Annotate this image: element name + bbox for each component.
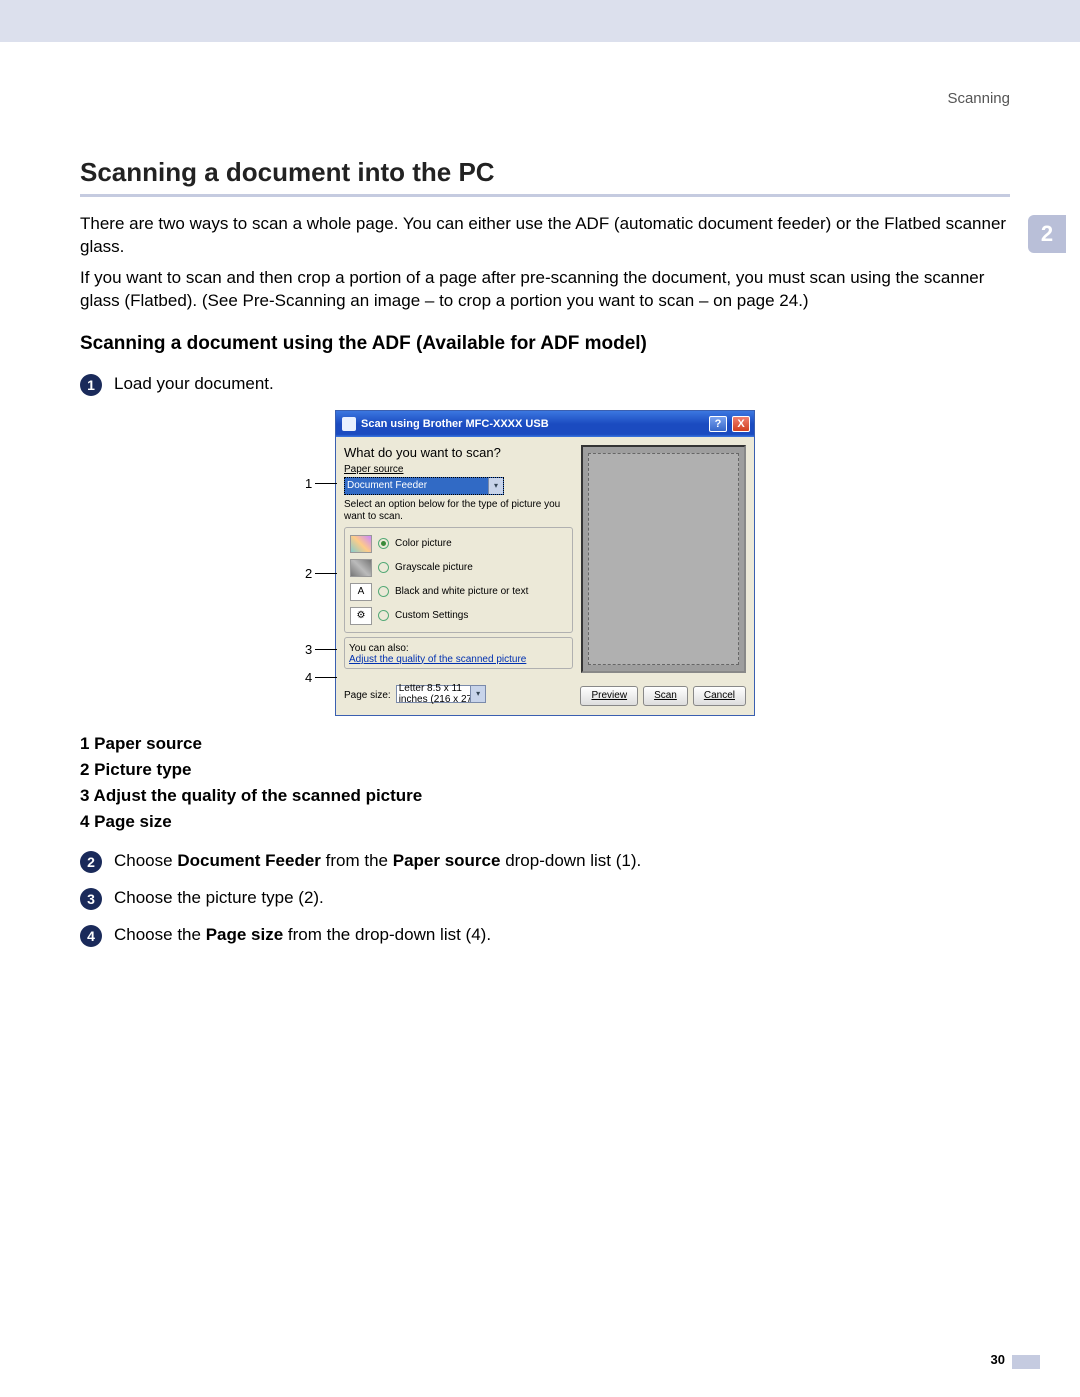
- page-size-label: Page size:: [344, 690, 391, 701]
- page-number: 30: [991, 1352, 1005, 1367]
- adjust-quality-link[interactable]: Adjust the quality of the scanned pictur…: [349, 654, 568, 665]
- preview-pane: [581, 445, 746, 673]
- option-color-label: Color picture: [395, 538, 452, 549]
- scan-type-hint: Select an option below for the type of p…: [344, 499, 573, 523]
- step-badge-2: 2: [80, 851, 102, 873]
- dialog-title: Scan using Brother MFC-XXXX USB: [361, 418, 704, 430]
- paper-source-dropdown[interactable]: Document Feeder ▾: [344, 477, 504, 495]
- you-can-also-label: You can also:: [349, 643, 568, 654]
- preview-placeholder: [588, 453, 739, 665]
- scan-dialog: Scan using Brother MFC-XXXX USB ? X What…: [335, 410, 755, 716]
- option-custom-label: Custom Settings: [395, 610, 468, 621]
- step-badge-3: 3: [80, 888, 102, 910]
- option-color[interactable]: Color picture: [349, 532, 568, 556]
- callout-3: 3: [305, 642, 337, 657]
- page-size-dropdown[interactable]: Letter 8.5 x 11 inches (216 x 279 ▾: [396, 685, 486, 703]
- step-4: 4 Choose the Page size from the drop-dow…: [80, 924, 1010, 947]
- custom-thumb-icon: ⚙: [350, 607, 372, 625]
- intro-paragraph-1: There are two ways to scan a whole page.…: [80, 213, 1010, 259]
- figure-legend: 1 Paper source 2 Picture type 3 Adjust t…: [80, 734, 1010, 832]
- step-badge-4: 4: [80, 925, 102, 947]
- picture-type-group: Color picture Grayscale picture A Black …: [344, 527, 573, 633]
- legend-4: 4 Page size: [80, 812, 1010, 832]
- step-1-text: Load your document.: [114, 373, 274, 396]
- page-title: Scanning a document into the PC: [80, 157, 1010, 188]
- legend-2: 2 Picture type: [80, 760, 1010, 780]
- page-number-accent: [1012, 1355, 1040, 1369]
- legend-3: 3 Adjust the quality of the scanned pict…: [80, 786, 1010, 806]
- chapter-tab: 2: [1028, 215, 1066, 253]
- step-1: 1 Load your document.: [80, 373, 1010, 396]
- option-bw[interactable]: A Black and white picture or text: [349, 580, 568, 604]
- preview-button[interactable]: Preview: [580, 686, 638, 706]
- option-bw-label: Black and white picture or text: [395, 586, 528, 597]
- bw-thumb-icon: A: [350, 583, 372, 601]
- step-3-text: Choose the picture type (2).: [114, 887, 324, 910]
- chevron-down-icon: ▾: [470, 686, 485, 702]
- dialog-titlebar: Scan using Brother MFC-XXXX USB ? X: [336, 411, 754, 437]
- option-grayscale[interactable]: Grayscale picture: [349, 556, 568, 580]
- section-header: Scanning: [80, 90, 1010, 107]
- callout-1: 1: [305, 476, 337, 491]
- intro-paragraph-2: If you want to scan and then crop a port…: [80, 267, 1010, 313]
- page-content: Scanning Scanning a document into the PC…: [0, 42, 1080, 947]
- chevron-down-icon: ▾: [488, 478, 503, 494]
- gray-thumb-icon: [350, 559, 372, 577]
- option-gray-label: Grayscale picture: [395, 562, 473, 573]
- step-2-text: Choose Document Feeder from the Paper so…: [114, 850, 641, 873]
- paper-source-label: Paper source: [344, 464, 573, 475]
- radio-color[interactable]: [378, 538, 389, 549]
- paper-source-value: Document Feeder: [347, 480, 427, 491]
- step-2: 2 Choose Document Feeder from the Paper …: [80, 850, 1010, 873]
- subsection-title: Scanning a document using the ADF (Avail…: [80, 333, 1010, 355]
- radio-bw[interactable]: [378, 586, 389, 597]
- cancel-button[interactable]: Cancel: [693, 686, 746, 706]
- legend-1: 1 Paper source: [80, 734, 1010, 754]
- radio-grayscale[interactable]: [378, 562, 389, 573]
- dialog-figure: 1 2 3 4 Scan using Brother MFC-XXXX USB …: [305, 410, 785, 716]
- radio-custom[interactable]: [378, 610, 389, 621]
- option-custom[interactable]: ⚙ Custom Settings: [349, 604, 568, 628]
- callout-2: 2: [305, 566, 337, 581]
- close-button[interactable]: X: [732, 416, 750, 432]
- top-band: [0, 0, 1080, 42]
- adjust-group: You can also: Adjust the quality of the …: [344, 637, 573, 669]
- callout-4: 4: [305, 670, 337, 685]
- title-underline: [80, 194, 1010, 197]
- step-4-text: Choose the Page size from the drop-down …: [114, 924, 491, 947]
- help-button[interactable]: ?: [709, 416, 727, 432]
- step-badge-1: 1: [80, 374, 102, 396]
- app-icon: [342, 417, 356, 431]
- step-3: 3 Choose the picture type (2).: [80, 887, 1010, 910]
- color-thumb-icon: [350, 535, 372, 553]
- scan-button[interactable]: Scan: [643, 686, 688, 706]
- dialog-prompt: What do you want to scan?: [344, 445, 573, 460]
